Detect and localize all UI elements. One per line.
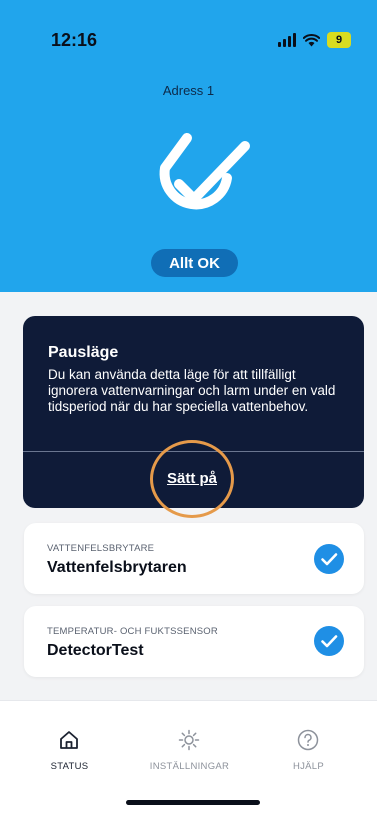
- sensor-card-vattenfelsbrytare[interactable]: VATTENFELSBRYTARE Vattenfelsbrytaren: [24, 523, 364, 594]
- check-circle-icon: [314, 626, 344, 656]
- home-icon: [60, 731, 78, 749]
- check-circle-icon: [314, 544, 344, 574]
- status-bar: 12:16 9: [0, 0, 377, 60]
- sensor-type-label: VATTENFELSBRYTARE: [47, 543, 155, 554]
- water-ok-icon: [159, 133, 250, 210]
- sensor-name: Vattenfelsbrytaren: [47, 559, 187, 576]
- nav-label-settings: INSTÄLLNINGAR: [149, 761, 230, 772]
- nav-label-status: STATUS: [50, 761, 89, 772]
- gear-icon: [178, 729, 200, 751]
- signal-icon: [278, 33, 296, 47]
- sensor-type-label: TEMPERATUR- OCH FUKTSSENSOR: [47, 626, 218, 637]
- nav-label-help: HJÄLP: [292, 761, 325, 772]
- sensor-card-detector[interactable]: TEMPERATUR- OCH FUKTSSENSOR DetectorTest: [24, 606, 364, 677]
- sensor-name: DetectorTest: [47, 642, 144, 659]
- status-badge: Allt OK: [151, 249, 238, 277]
- divider: [23, 451, 364, 452]
- battery-icon: 9: [327, 32, 351, 48]
- status-time: 12:16: [51, 30, 98, 50]
- pause-mode-title: Pausläge: [48, 344, 119, 361]
- turn-on-button[interactable]: Sätt på: [167, 470, 217, 487]
- help-icon: [297, 729, 319, 751]
- address-label: Adress 1: [162, 83, 215, 98]
- pause-mode-description: Du kan använda detta läge för att tillfä…: [48, 367, 336, 414]
- header: 12:16 9 Adress 1 Allt OK: [0, 0, 377, 292]
- bottom-nav: STATUS INSTÄLLNINGAR HJÄLP: [0, 700, 377, 813]
- pause-mode-card: Pausläge Du kan använda detta läge för a…: [23, 316, 364, 508]
- wifi-icon: [303, 33, 320, 46]
- home-indicator: [126, 800, 260, 805]
- status-icons: 9: [278, 32, 351, 48]
